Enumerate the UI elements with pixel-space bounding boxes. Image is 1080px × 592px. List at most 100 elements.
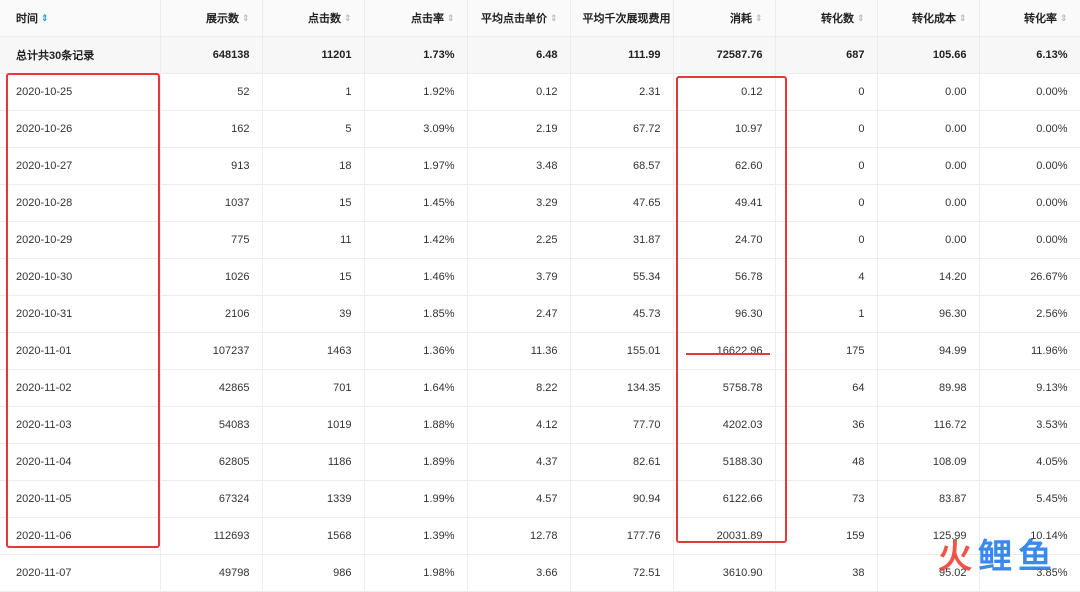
column-header[interactable]: 时间 ⇕ <box>0 0 161 37</box>
table-row[interactable]: 2020-10-27 913 18 1.97% 3.48 68.57 62.60 0 0.00 0… <box>0 147 1080 185</box>
table-cell: 0.00% <box>979 147 1080 185</box>
column-header[interactable]: 消耗 ⇕ <box>673 0 776 37</box>
table-cell: 18 <box>262 147 365 185</box>
table-cell: 62.60 <box>673 147 776 185</box>
table-cell: 775 <box>160 221 263 259</box>
table-row[interactable]: 2020-10-28 1037 15 1.45% 3.29 47.65 49.41 0 0.00… <box>0 184 1080 222</box>
table-cell: 0.00 <box>877 147 980 185</box>
table-row[interactable]: 2020-11-06 112693 1568 1.39% 12.78 177.76 2003… <box>0 517 1080 555</box>
table-cell: 82.61 <box>570 443 674 481</box>
table-row[interactable]: 2020-11-07 49798 986 1.98% 3.66 72.51 3610.90 3… <box>0 554 1080 592</box>
table-cell: 2.31 <box>570 73 674 111</box>
sort-icon[interactable]: ⇕ <box>755 13 763 24</box>
table-cell: 68.57 <box>570 147 674 185</box>
table-cell: 8.22 <box>467 369 571 407</box>
table-cell: 1.46% <box>364 258 468 296</box>
table-cell: 6122.66 <box>673 480 776 518</box>
table-row[interactable]: 2020-11-01 107237 1463 1.36% 11.36 155.01 1662… <box>0 332 1080 370</box>
table-row[interactable]: 2020-10-29 775 11 1.42% 2.25 31.87 24.70 0 0.00 0… <box>0 221 1080 259</box>
table-cell: 1.39% <box>364 517 468 555</box>
table-row[interactable]: 2020-10-30 1026 15 1.46% 3.79 55.34 56.78 4 14.2… <box>0 258 1080 296</box>
header-row: 时间⇕展示数⇕点击数⇕点击率⇕平均点击单价⇕平均千次展现费用⇕消耗⇕转化数⇕转化… <box>0 0 1080 37</box>
table-cell: 0.00% <box>979 221 1080 259</box>
table-cell: 112693 <box>160 517 263 555</box>
table-cell: 0 <box>775 221 878 259</box>
date-cell: 2020-10-28 <box>0 184 161 222</box>
sort-icon[interactable]: ⇕ <box>41 13 49 24</box>
table-cell: 0.00 <box>877 184 980 222</box>
sort-icon[interactable]: ⇕ <box>959 13 967 24</box>
table-cell: 913 <box>160 147 263 185</box>
column-header-label: 点击数 <box>307 13 341 25</box>
table-cell: 15 <box>262 184 365 222</box>
sort-icon[interactable]: ⇕ <box>1060 13 1068 24</box>
table-cell: 3.48 <box>467 147 571 185</box>
table-cell: 177.76 <box>570 517 674 555</box>
date-cell: 2020-10-30 <box>0 258 161 296</box>
table-cell: 72.51 <box>570 554 674 592</box>
column-header[interactable]: 点击数 ⇕ <box>262 0 365 37</box>
table-cell: 36 <box>775 406 878 444</box>
table-cell: 4.05% <box>979 443 1080 481</box>
table-row[interactable]: 2020-11-03 54083 1019 1.88% 4.12 77.70 4202.03… <box>0 406 1080 444</box>
table-cell: 64 <box>775 369 878 407</box>
column-header[interactable]: 转化数 ⇕ <box>775 0 878 37</box>
table-cell: 49.41 <box>673 184 776 222</box>
table-row[interactable]: 2020-11-02 42865 701 1.64% 8.22 134.35 5758.78… <box>0 369 1080 407</box>
table-row[interactable]: 2020-10-25 52 1 1.92% 0.12 2.31 0.12 0 0.00 0.00% <box>0 73 1080 111</box>
column-header-label: 展示数 <box>205 13 239 25</box>
table-cell: 96.30 <box>877 295 980 333</box>
table-cell: 0.00% <box>979 73 1080 111</box>
total-cell: 105.66 <box>877 36 980 74</box>
table-cell: 5188.30 <box>673 443 776 481</box>
column-header-label: 点击率 <box>410 13 444 25</box>
report-table: 时间⇕展示数⇕点击数⇕点击率⇕平均点击单价⇕平均千次展现费用⇕消耗⇕转化数⇕转化… <box>0 0 1080 592</box>
table-cell: 1 <box>262 73 365 111</box>
table-cell: 1.85% <box>364 295 468 333</box>
table-cell: 3.79 <box>467 258 571 296</box>
table-cell: 1339 <box>262 480 365 518</box>
table-cell: 1.45% <box>364 184 468 222</box>
column-header[interactable]: 点击率 ⇕ <box>364 0 468 37</box>
table-cell: 5 <box>262 110 365 148</box>
table-cell: 94.99 <box>877 332 980 370</box>
column-header[interactable]: 平均千次展现费用⇕ <box>570 0 674 37</box>
table-cell: 67324 <box>160 480 263 518</box>
table-row[interactable]: 2020-11-04 62805 1186 1.89% 4.37 82.61 5188.30… <box>0 443 1080 481</box>
sort-icon[interactable]: ⇕ <box>857 13 865 24</box>
table-cell: 1.92% <box>364 73 468 111</box>
table-cell: 1.64% <box>364 369 468 407</box>
total-label: 总计共30条记录 <box>0 36 161 74</box>
table-cell: 159 <box>775 517 878 555</box>
table-cell: 1463 <box>262 332 365 370</box>
table-cell: 0 <box>775 147 878 185</box>
date-cell: 2020-11-05 <box>0 480 161 518</box>
watermark-char: 鱼 <box>1018 538 1058 576</box>
sort-icon[interactable]: ⇕ <box>344 13 352 24</box>
date-cell: 2020-10-27 <box>0 147 161 185</box>
table-row[interactable]: 2020-11-05 67324 1339 1.99% 4.57 90.94 6122.66… <box>0 480 1080 518</box>
table-cell: 16622.96 <box>673 332 776 370</box>
table-cell: 986 <box>262 554 365 592</box>
table-row[interactable]: 2020-10-26 162 5 3.09% 2.19 67.72 10.97 0 0.00 0.… <box>0 110 1080 148</box>
table-cell: 1.89% <box>364 443 468 481</box>
column-header[interactable]: 转化成本 ⇕ <box>877 0 980 37</box>
table-row[interactable]: 2020-10-31 2106 39 1.85% 2.47 45.73 96.30 1 96.3… <box>0 295 1080 333</box>
table-cell: 0 <box>775 110 878 148</box>
sort-icon[interactable]: ⇕ <box>242 13 250 24</box>
table-cell: 3.29 <box>467 184 571 222</box>
column-header[interactable]: 转化率 ⇕ <box>979 0 1080 37</box>
total-cell: 6.13% <box>979 36 1080 74</box>
sort-icon[interactable]: ⇕ <box>447 13 455 24</box>
table-cell: 701 <box>262 369 365 407</box>
table-cell: 11 <box>262 221 365 259</box>
sort-icon[interactable]: ⇕ <box>550 13 558 24</box>
column-header-label: 转化成本 <box>911 13 956 25</box>
total-cell: 1.73% <box>364 36 468 74</box>
column-header[interactable]: 展示数 ⇕ <box>160 0 263 37</box>
table-cell: 42865 <box>160 369 263 407</box>
column-header-label: 平均千次展现费用 <box>582 13 671 25</box>
column-header[interactable]: 平均点击单价 ⇕ <box>467 0 571 37</box>
table-cell: 9.13% <box>979 369 1080 407</box>
table-cell: 3.66 <box>467 554 571 592</box>
